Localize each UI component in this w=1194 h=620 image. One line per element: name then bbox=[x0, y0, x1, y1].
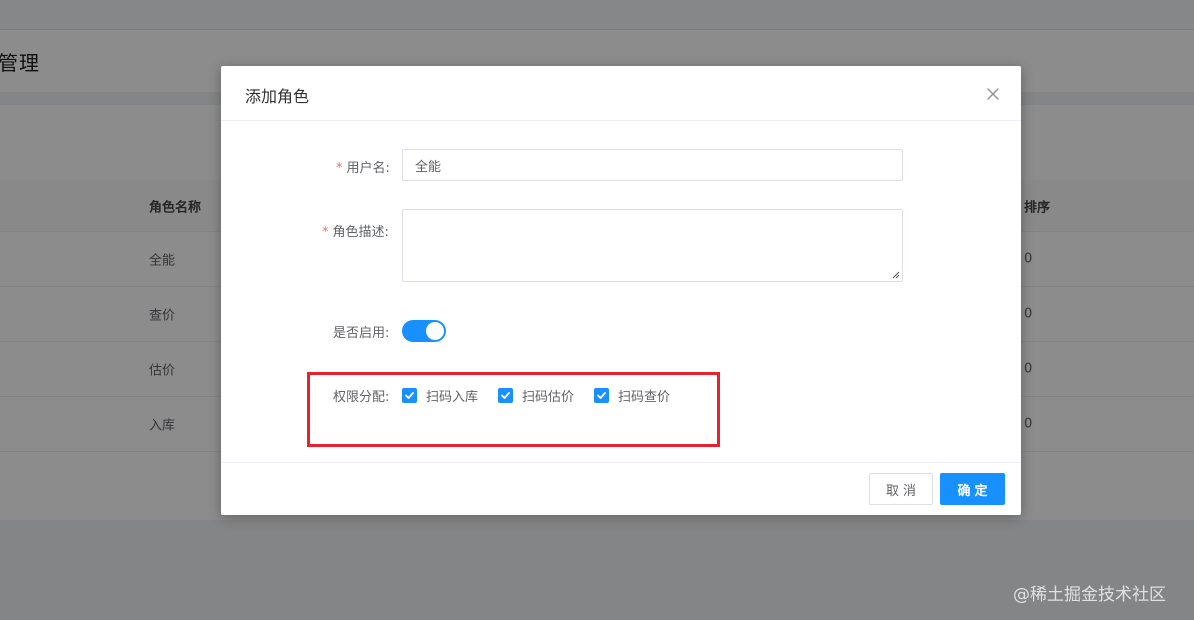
username-input[interactable] bbox=[402, 149, 903, 181]
dialog-footer: 取消 确定 bbox=[221, 462, 1021, 515]
cancel-button[interactable]: 取消 bbox=[869, 473, 933, 505]
checkbox-checked-icon bbox=[594, 387, 609, 403]
permissions-label: 权限分配: bbox=[333, 390, 390, 405]
permission-checkbox-scan-price-check[interactable]: 扫码查价 bbox=[594, 386, 671, 405]
required-mark: * bbox=[336, 161, 343, 176]
dialog-header: 添加角色 bbox=[221, 66, 1021, 121]
username-label-text: 用户名: bbox=[346, 161, 390, 176]
checkbox-checked-icon bbox=[498, 387, 513, 403]
resize-handle-icon[interactable] bbox=[891, 270, 900, 279]
permission-checkbox-scan-appraise[interactable]: 扫码估价 bbox=[498, 386, 575, 405]
description-textarea[interactable] bbox=[402, 209, 903, 282]
add-role-dialog: 添加角色 *用户名: *角色描述: 是否启用: 权限分配: 扫码入库 扫码估价 … bbox=[221, 66, 1021, 515]
switch-knob bbox=[426, 322, 444, 340]
confirm-button[interactable]: 确定 bbox=[940, 473, 1005, 505]
highlight-box bbox=[307, 372, 720, 447]
username-label: * 用户名: bbox=[336, 157, 390, 176]
description-label: * 角色描述: bbox=[322, 221, 389, 240]
dialog-title: 添加角色 bbox=[245, 87, 310, 106]
description-label-text: 角色描述: bbox=[332, 225, 389, 240]
watermark: @稀土掘金技术社区 bbox=[1013, 585, 1166, 605]
close-icon[interactable] bbox=[983, 84, 1003, 104]
checkbox-label: 扫码估价 bbox=[522, 389, 575, 405]
checkbox-label: 扫码入库 bbox=[426, 389, 479, 405]
enabled-switch[interactable] bbox=[402, 320, 446, 342]
enabled-label: 是否启用: bbox=[333, 326, 390, 341]
checkbox-label: 扫码查价 bbox=[618, 389, 671, 405]
checkbox-checked-icon bbox=[402, 387, 417, 403]
required-mark: * bbox=[322, 225, 329, 240]
permission-checkbox-scan-stock-in[interactable]: 扫码入库 bbox=[402, 386, 479, 405]
